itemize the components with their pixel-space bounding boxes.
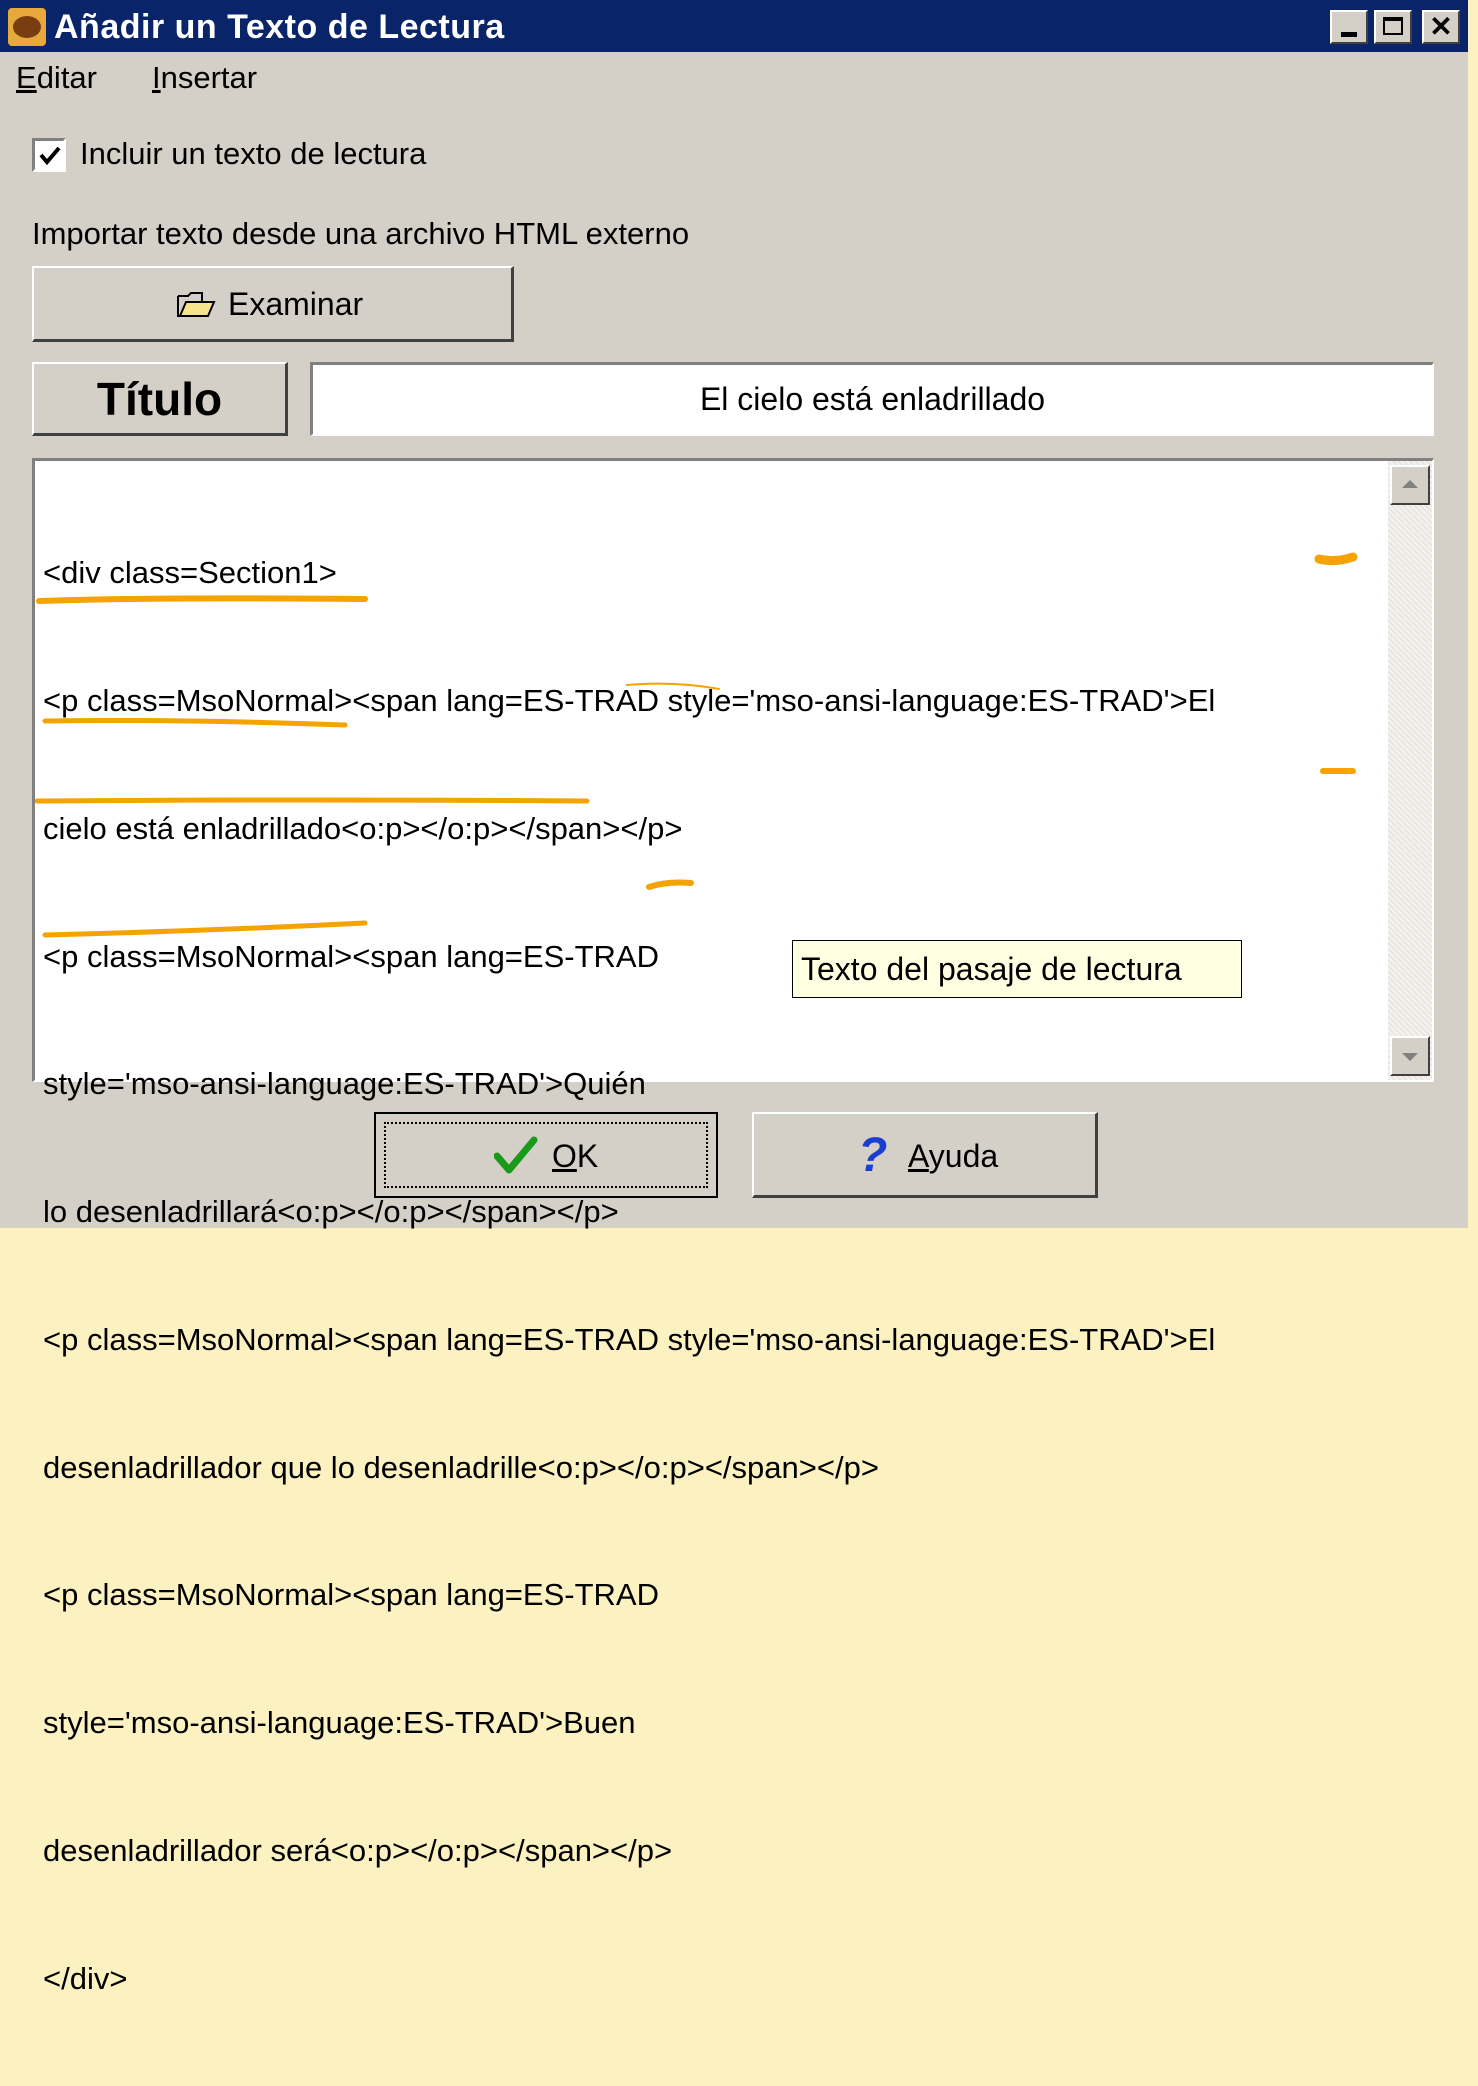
title-input[interactable] [310, 362, 1434, 436]
close-icon: ✕ [1429, 11, 1453, 42]
tooltip: Texto del pasaje de lectura [792, 940, 1242, 998]
title-label-button: Título [32, 362, 288, 436]
text-line: <div class=Section1> [43, 555, 337, 591]
focus-rect [384, 1122, 708, 1188]
help-button[interactable]: ? Ayuda [752, 1112, 1098, 1198]
scroll-down-button[interactable] [1390, 1036, 1430, 1076]
ok-button[interactable]: OK [374, 1112, 718, 1198]
scroll-up-button[interactable] [1390, 465, 1430, 505]
text-line: style='mso-ansi-language:ES-TRAD'>Buen [43, 1705, 636, 1741]
text-line: cielo está enladrillado<o:p></o:p></span… [43, 810, 683, 846]
minimize-button[interactable] [1330, 10, 1368, 44]
browse-button[interactable]: Examinar [32, 266, 514, 342]
arrow-down-icon [1402, 1053, 1418, 1061]
text-line: <p class=MsoNormal><span lang=ES-TRAD st… [43, 682, 1216, 718]
text-line: <p class=MsoNormal><span lang=ES-TRAD st… [43, 1321, 1216, 1357]
text-line: <p class=MsoNormal><span lang=ES-TRAD [43, 1577, 659, 1613]
help-label: Ayuda [908, 1138, 999, 1174]
window-title: Añadir un Texto de Lectura [54, 8, 505, 46]
dialog-window: Añadir un Texto de Lectura ✕ Editar Inse… [0, 0, 1468, 1996]
title-bar[interactable]: Añadir un Texto de Lectura ✕ [0, 0, 1468, 52]
vertical-scrollbar[interactable] [1388, 461, 1432, 1080]
checkmark-icon [494, 1136, 538, 1174]
text-line: </div> [43, 1960, 128, 1996]
menu-insertar[interactable]: Insertar [152, 60, 257, 96]
checkmark-icon [39, 146, 61, 166]
include-reading-checkbox[interactable] [32, 138, 66, 172]
minimize-icon [1341, 32, 1357, 37]
maximize-icon [1383, 17, 1403, 35]
browse-button-label: Examinar [228, 286, 364, 322]
app-icon [8, 8, 46, 46]
import-label: Importar texto desde una archivo HTML ex… [32, 216, 690, 251]
text-line: desenladrillador que lo desenladrille<o:… [43, 1449, 879, 1485]
text-line: style='mso-ansi-language:ES-TRAD'>Quién [43, 1066, 646, 1102]
reading-text-content[interactable]: <div class=Section1> <p class=MsoNormal>… [43, 467, 1383, 2086]
menu-bar: Editar Insertar [0, 56, 1468, 102]
question-icon: ? [858, 1129, 888, 1182]
text-line: desenladrillador será<o:p></o:p></span><… [43, 1833, 673, 1868]
arrow-up-icon [1402, 480, 1418, 488]
include-reading-label[interactable]: Incluir un texto de lectura [80, 136, 426, 172]
menu-editar[interactable]: Editar [16, 60, 97, 96]
folder-open-icon [177, 292, 216, 317]
maximize-button[interactable] [1374, 10, 1412, 44]
close-button[interactable]: ✕ [1422, 10, 1460, 44]
ok-label: OK [552, 1138, 599, 1174]
